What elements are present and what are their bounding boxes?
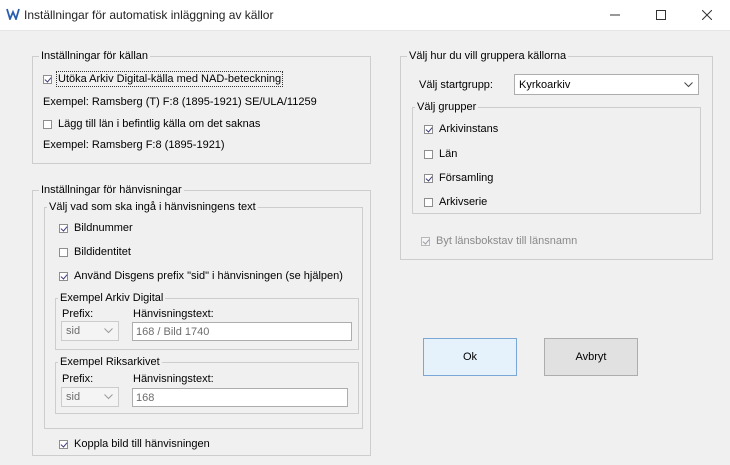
cancel-button[interactable]: Avbryt xyxy=(544,338,638,376)
ok-button[interactable]: Ok xyxy=(423,338,517,376)
expand-ad-label: Utöka Arkiv Digital-källa med NAD-beteck… xyxy=(55,71,284,87)
add-county-check-icon xyxy=(43,119,52,129)
expand-ad-checkbox[interactable]: Utöka Arkiv Digital-källa med NAD-beteck… xyxy=(43,71,284,87)
use-prefix-checkbox[interactable]: Använd Disgens prefix "sid" i hänvisning… xyxy=(59,270,343,282)
forsamling-check-icon xyxy=(424,173,433,183)
window-title: Inställningar för automatisk inläggning … xyxy=(24,8,274,22)
expand-ad-check-icon xyxy=(43,74,52,84)
start-group-value: Kyrkoarkiv xyxy=(519,78,571,91)
example-ad-text-field[interactable]: 168 / Bild 1740 xyxy=(132,322,352,341)
use-prefix-label: Använd Disgens prefix "sid" i hänvisning… xyxy=(74,270,343,282)
add-county-label: Lägg till län i befintlig källa om det s… xyxy=(58,118,261,130)
group-forsamling-label: Församling xyxy=(439,172,494,184)
start-group-label: Välj startgrupp: xyxy=(419,79,493,91)
link-image-label: Koppla bild till hänvisningen xyxy=(74,438,210,450)
example-ad-text-label: Hänvisningstext: xyxy=(133,308,214,320)
add-county-checkbox[interactable]: Lägg till län i befintlig källa om det s… xyxy=(43,118,260,130)
image-identity-check-icon xyxy=(59,247,68,257)
group-arkivinstans-checkbox[interactable]: Arkivinstans xyxy=(424,123,498,135)
arkivinstans-check-icon xyxy=(424,124,433,134)
example-ra-text-field[interactable]: 168 xyxy=(132,388,348,407)
example-ad-prefix-select[interactable]: sid xyxy=(61,321,119,341)
group-arkivserie-checkbox[interactable]: Arkivserie xyxy=(424,196,487,208)
example-ad-prefix-label: Prefix: xyxy=(62,308,94,320)
group-arkivserie-label: Arkivserie xyxy=(439,196,488,208)
example-ad-legend: Exempel Arkiv Digital xyxy=(60,292,164,304)
use-prefix-check-icon xyxy=(59,271,68,281)
grouping-legend: Välj hur du vill gruppera källorna xyxy=(409,50,567,62)
title-bar: Inställningar för automatisk inläggning … xyxy=(0,0,730,31)
group-lan-label: Län xyxy=(439,148,458,160)
start-group-select[interactable]: Kyrkoarkiv xyxy=(514,74,699,95)
chevron-down-icon xyxy=(104,328,113,334)
link-image-checkbox[interactable]: Koppla bild till hänvisningen xyxy=(59,438,210,450)
example-text-1: Exempel: Ramsberg (T) F:8 (1895-1921) SE… xyxy=(43,96,317,108)
example-ra-prefix-select[interactable]: sid xyxy=(61,387,119,407)
example-ra-text-label: Hänvisningstext: xyxy=(133,373,214,385)
example-ra-text-value: 168 xyxy=(136,391,155,404)
maximize-icon xyxy=(656,10,666,20)
chevron-down-icon xyxy=(684,81,693,87)
minimize-icon xyxy=(610,14,620,16)
example-ad-text-value: 168 / Bild 1740 xyxy=(136,325,210,338)
image-identity-label: Bildidentitet xyxy=(74,246,131,258)
example-ra-prefix-value: sid xyxy=(66,391,81,403)
maximize-button[interactable] xyxy=(638,0,684,30)
example-ra-prefix-label: Prefix: xyxy=(62,373,94,385)
group-forsamling-checkbox[interactable]: Församling xyxy=(424,172,493,184)
references-legend: Inställningar för hänvisningar xyxy=(41,184,182,196)
group-arkivinstans-label: Arkivinstans xyxy=(439,123,499,135)
app-icon xyxy=(6,8,20,22)
minimize-button[interactable] xyxy=(592,0,638,30)
example-text-2: Exempel: Ramsberg F:8 (1895-1921) xyxy=(43,139,225,151)
choose-reference-text-legend: Välj vad som ska ingå i hänvisningens te… xyxy=(49,201,256,213)
link-image-check-icon xyxy=(59,439,68,449)
group-lan-checkbox[interactable]: Län xyxy=(424,148,457,160)
lan-check-icon xyxy=(424,149,433,159)
image-number-checkbox[interactable]: Bildnummer xyxy=(59,222,133,234)
swap-county-label: Byt länsbokstav till länsnamn xyxy=(436,235,578,247)
arkivserie-check-icon xyxy=(424,197,433,207)
example-ra-legend: Exempel Riksarkivet xyxy=(60,356,160,368)
choose-groups-legend: Välj grupper xyxy=(417,101,477,113)
example-ad-prefix-value: sid xyxy=(66,325,81,337)
chevron-down-icon xyxy=(104,394,113,400)
close-icon xyxy=(702,10,712,20)
image-number-check-icon xyxy=(59,223,68,233)
image-identity-checkbox[interactable]: Bildidentitet xyxy=(59,246,131,258)
swap-county-checkbox[interactable]: Byt länsbokstav till länsnamn xyxy=(421,235,577,247)
swap-county-check-icon xyxy=(421,236,430,246)
source-settings-legend: Inställningar för källan xyxy=(41,50,149,62)
close-button[interactable] xyxy=(684,0,730,30)
image-number-label: Bildnummer xyxy=(74,222,133,234)
